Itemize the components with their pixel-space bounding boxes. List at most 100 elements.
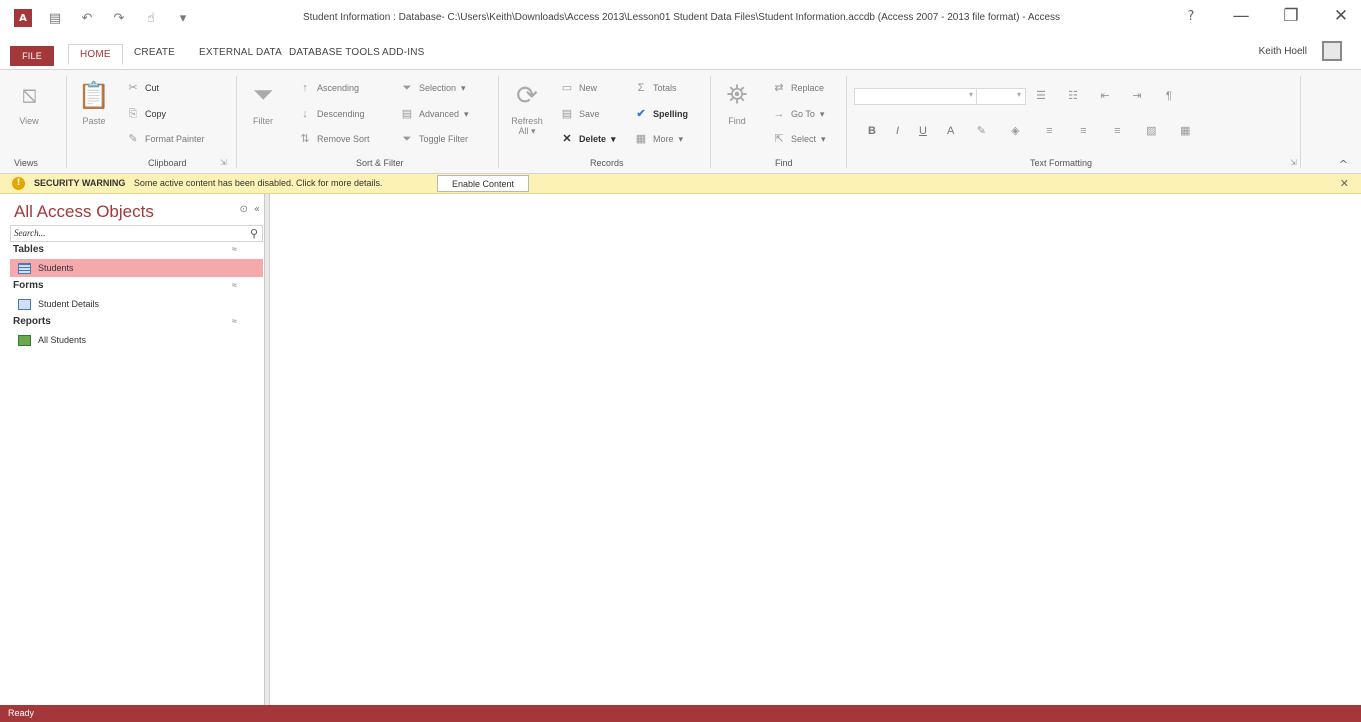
collapse-ribbon-icon[interactable]: ^ xyxy=(1339,158,1348,171)
paste-icon: 📋 xyxy=(77,79,111,110)
numbering-icon[interactable]: ☷ xyxy=(1066,89,1080,103)
font-size-dropdown[interactable]: ▾ xyxy=(976,88,1026,105)
security-warning-bar: ! SECURITY WARNING Some active content h… xyxy=(0,174,1361,194)
text-formatting-launcher-icon[interactable]: ⇲ xyxy=(1290,158,1297,167)
find-button[interactable]: ⛯ Find xyxy=(720,78,754,126)
toggle-filter-button[interactable]: ⏷ Toggle Filter xyxy=(400,132,468,146)
gridlines-icon[interactable]: ▦ xyxy=(1178,124,1192,138)
totals-button[interactable]: Σ Totals xyxy=(634,81,677,95)
shutter-bar-close-icon[interactable]: « xyxy=(254,204,260,215)
title-bar: A ▤ ↶ ↷ ☝ ▾ Student Information : Databa… xyxy=(0,0,1361,36)
filter-button[interactable]: ⏷ Filter xyxy=(244,78,282,126)
collapse-section-icon[interactable]: ≈ xyxy=(232,280,237,290)
sigma-icon: Σ xyxy=(637,82,645,94)
save-record-button[interactable]: ▤ Save xyxy=(560,107,600,121)
cut-button[interactable]: ✂ Cut xyxy=(126,81,159,95)
nav-pane-splitter[interactable] xyxy=(265,194,270,705)
more-button[interactable]: ▦ More ▾ xyxy=(634,132,683,146)
clipboard-launcher-icon[interactable]: ⇲ xyxy=(220,158,227,167)
collapse-section-icon[interactable]: ≈ xyxy=(232,316,237,326)
close-icon[interactable]: ✕ xyxy=(1340,177,1349,190)
font-name-dropdown[interactable]: ▾ xyxy=(854,88,978,105)
nav-section-tables[interactable]: Tables ≈ xyxy=(10,242,263,259)
group-label-clipboard: Clipboard xyxy=(148,158,187,168)
font-color-button[interactable]: A xyxy=(947,125,954,137)
background-color-icon[interactable]: ▨ xyxy=(1144,124,1158,138)
format-painter-button[interactable]: ✎ Format Painter xyxy=(126,132,204,146)
chevron-down-icon: ▾ xyxy=(611,133,616,144)
search-input[interactable]: Search... ⚲ xyxy=(10,225,263,242)
italic-button[interactable]: I xyxy=(896,125,899,137)
bold-button[interactable]: B xyxy=(868,125,876,137)
security-message[interactable]: SECURITY WARNING Some active content has… xyxy=(34,178,383,188)
form-icon xyxy=(18,298,31,310)
remove-sort-button[interactable]: ⇅ Remove Sort xyxy=(298,132,369,146)
access-logo-icon[interactable]: A xyxy=(14,9,32,27)
underline-button[interactable]: U xyxy=(919,125,927,137)
replace-button[interactable]: ⇄ Replace xyxy=(772,81,824,95)
customize-qat-icon[interactable]: ▾ xyxy=(174,9,192,27)
spelling-button[interactable]: ✔ Spelling xyxy=(634,107,688,121)
delete-record-button[interactable]: ✕ Delete ▾ xyxy=(560,132,616,146)
align-left-icon[interactable]: ≡ xyxy=(1042,124,1056,138)
quick-access-toolbar: A ▤ ↶ ↷ ☝ ▾ xyxy=(14,9,192,27)
list-buttons: ☰ ☷ ⇤ ⇥ ¶ xyxy=(1034,89,1176,103)
restore-button[interactable]: ❐ xyxy=(1281,6,1301,26)
nav-item-student-details[interactable]: Student Details xyxy=(10,295,263,313)
group-label-records: Records xyxy=(590,158,624,168)
new-record-button[interactable]: ▭ New xyxy=(560,81,597,95)
table-icon xyxy=(18,262,31,274)
paste-button[interactable]: 📋 Paste xyxy=(76,78,112,127)
fill-color-icon[interactable]: ◈ xyxy=(1008,124,1022,138)
search-icon[interactable]: ⚲ xyxy=(250,227,258,240)
decrease-indent-icon[interactable]: ⇤ xyxy=(1098,89,1112,103)
remove-sort-icon: ⇅ xyxy=(300,133,310,145)
close-button[interactable]: ✕ xyxy=(1331,6,1351,26)
nav-item-students[interactable]: Students xyxy=(10,259,263,277)
avatar[interactable] xyxy=(1322,41,1342,61)
touch-mode-icon[interactable]: ☝ xyxy=(142,9,160,27)
nav-item-all-students[interactable]: All Students xyxy=(10,331,263,349)
tab-home[interactable]: HOME xyxy=(68,44,123,65)
paragraph-direction-icon[interactable]: ¶ xyxy=(1162,89,1176,103)
descending-button[interactable]: ↓ Descending xyxy=(298,107,364,121)
nav-section-reports[interactable]: Reports ≈ xyxy=(10,314,263,331)
align-right-icon[interactable]: ≡ xyxy=(1110,124,1124,138)
user-name[interactable]: Keith Hoell xyxy=(1259,46,1307,57)
copy-button[interactable]: ⎘ Copy xyxy=(126,107,166,121)
minimize-button[interactable]: — xyxy=(1231,6,1251,26)
refresh-all-button[interactable]: ⟳ Refresh All ▾ xyxy=(507,78,547,137)
undo-icon[interactable]: ↶ xyxy=(78,9,96,27)
save-icon[interactable]: ▤ xyxy=(46,9,64,27)
group-separator xyxy=(236,76,237,168)
tab-external-data[interactable]: EXTERNAL DATA xyxy=(199,47,282,58)
tab-file[interactable]: FILE xyxy=(10,46,54,66)
bullets-icon[interactable]: ☰ xyxy=(1034,89,1048,103)
selection-button[interactable]: ⏷ Selection ▾ xyxy=(400,81,466,95)
nav-menu-icon[interactable]: ⊙ xyxy=(239,204,247,215)
status-bar: Ready xyxy=(0,705,1361,722)
enable-content-button[interactable]: Enable Content xyxy=(437,175,530,192)
save-record-icon: ▤ xyxy=(561,108,573,120)
align-center-icon[interactable]: ≡ xyxy=(1076,124,1090,138)
highlight-icon[interactable]: ✎ xyxy=(974,124,988,138)
select-button[interactable]: ⇱ Select ▾ xyxy=(772,132,825,146)
binoculars-icon: ⛯ xyxy=(726,79,748,109)
tab-add-ins[interactable]: ADD-INS xyxy=(382,47,425,58)
goto-button[interactable]: → Go To ▾ xyxy=(772,107,825,121)
nav-title[interactable]: All Access Objects xyxy=(14,202,154,222)
advanced-button[interactable]: ▤ Advanced ▾ xyxy=(400,107,469,121)
increase-indent-icon[interactable]: ⇥ xyxy=(1130,89,1144,103)
tab-database-tools[interactable]: DATABASE TOOLS xyxy=(289,47,380,58)
tab-create[interactable]: CREATE xyxy=(134,47,175,58)
ascending-button[interactable]: ↑ Ascending xyxy=(298,81,359,95)
redo-icon[interactable]: ↷ xyxy=(110,9,128,27)
collapse-section-icon[interactable]: ≈ xyxy=(232,244,237,254)
nav-section-forms[interactable]: Forms ≈ xyxy=(10,278,263,295)
view-button[interactable]: ⧅ View xyxy=(12,78,46,126)
chevron-down-icon: ▾ xyxy=(464,108,469,119)
copy-icon: ⎘ xyxy=(128,108,138,120)
new-record-icon: ▭ xyxy=(561,82,573,94)
report-icon xyxy=(18,334,31,346)
help-button[interactable]: ? xyxy=(1181,6,1201,26)
